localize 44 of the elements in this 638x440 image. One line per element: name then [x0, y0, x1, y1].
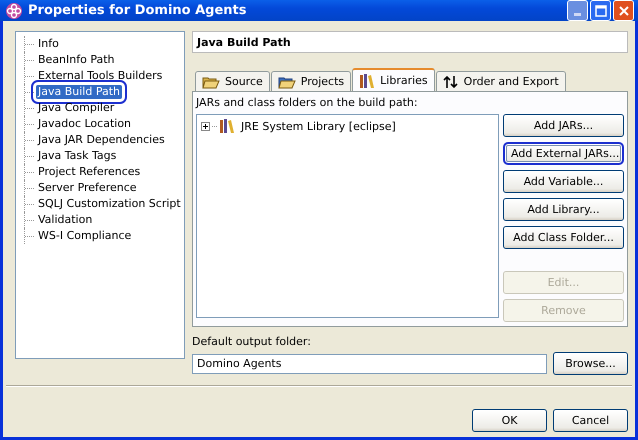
tab[interactable]: Order and Export [436, 71, 566, 91]
books-icon [359, 72, 376, 88]
output-folder-field[interactable]: Domino Agents [192, 354, 547, 374]
tab[interactable]: Source [195, 71, 270, 91]
sort-arrows-icon [442, 74, 459, 88]
tree-item[interactable]: Java Task Tags [36, 149, 118, 163]
tree-item[interactable]: SQLJ Customization Script [36, 197, 183, 211]
close-button[interactable] [613, 0, 634, 21]
close-icon [618, 4, 630, 16]
action-button[interactable]: Add Variable... [503, 170, 624, 193]
app-icon [5, 2, 23, 20]
tree-item[interactable]: BeanInfo Path [36, 53, 117, 67]
maximize-button[interactable] [590, 0, 611, 21]
tab[interactable]: Libraries [352, 68, 435, 91]
list-label: JARs and class folders on the build path: [196, 96, 419, 109]
output-folder-label: Default output folder: [192, 335, 312, 348]
tree-item[interactable]: Java Build Path [36, 85, 122, 99]
browse-button[interactable]: Browse... [553, 352, 628, 375]
tree-item[interactable]: Java JAR Dependencies [36, 133, 167, 147]
tree-item[interactable]: Java Compiler [36, 101, 116, 115]
action-button[interactable]: Add Library... [503, 198, 624, 221]
page-title: Java Build Path [192, 31, 628, 53]
cancel-button[interactable]: Cancel [553, 409, 628, 432]
books-icon [219, 118, 235, 134]
expand-icon[interactable] [201, 122, 210, 130]
tree-item[interactable]: Info [36, 37, 61, 51]
window-title: Properties for Domino Agents [28, 3, 248, 18]
folder-icon [202, 74, 220, 88]
tree-item[interactable]: Server Preference [36, 181, 139, 195]
tree-item[interactable]: External Tools Builders [36, 69, 164, 83]
maximize-icon [594, 4, 606, 16]
minimize-button[interactable] [567, 0, 588, 21]
action-button[interactable]: Add Class Folder... [503, 226, 624, 249]
tree-item[interactable]: Javadoc Location [36, 117, 134, 131]
ok-button[interactable]: OK [472, 409, 547, 432]
action-button[interactable]: Add External JARs... [503, 142, 624, 165]
action-button[interactable]: Add JARs... [503, 114, 624, 137]
tree-item[interactable]: Validation [36, 213, 94, 227]
folder-icon [278, 74, 296, 88]
tree-item[interactable]: WS-I Compliance [36, 229, 134, 243]
tree-item[interactable]: Project References [36, 165, 142, 179]
minimize-icon [574, 13, 581, 16]
library-item[interactable]: JRE System Library [eclipse] [241, 120, 396, 132]
tab[interactable]: Projects [270, 71, 352, 91]
